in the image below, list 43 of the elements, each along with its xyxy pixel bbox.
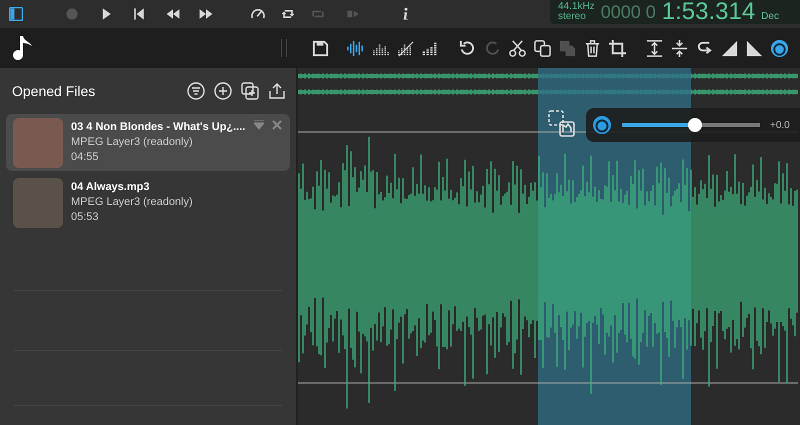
time-readout: 1:53.314 bbox=[662, 0, 756, 24]
gain-reading: +0.0 bbox=[770, 118, 790, 132]
knob-icon[interactable] bbox=[592, 115, 612, 135]
drag-handle[interactable] bbox=[281, 39, 287, 57]
time-unit-label: Dec bbox=[761, 10, 779, 24]
spectrum-off-icon[interactable] bbox=[396, 38, 415, 58]
expand-icon[interactable] bbox=[645, 38, 664, 58]
gain-slider-thumb[interactable] bbox=[688, 118, 702, 132]
filter-icon[interactable] bbox=[187, 82, 205, 100]
add-icon[interactable] bbox=[214, 82, 232, 100]
fade-in-icon[interactable] bbox=[720, 38, 739, 58]
skip-back-icon[interactable] bbox=[131, 6, 147, 22]
album-art-placeholder bbox=[13, 178, 63, 228]
album-art-placeholder bbox=[13, 118, 63, 168]
file-title: 04 Always.mp3 bbox=[71, 180, 150, 195]
sidebar-toggle-icon[interactable] bbox=[8, 6, 24, 22]
file-format: MPEG Layer3 (readonly) bbox=[71, 135, 194, 150]
waveform-view-icon[interactable] bbox=[346, 38, 365, 58]
undo-icon[interactable] bbox=[458, 38, 477, 58]
cut-icon[interactable] bbox=[508, 38, 527, 58]
collapse-icon[interactable] bbox=[254, 120, 264, 130]
sidebar-title: Opened Files bbox=[12, 82, 96, 101]
file-item[interactable]: 03 4 Non Blondes - What's Up¿.... MPEG Layer3 (readonly) 04:55 bbox=[6, 114, 290, 171]
knob-icon[interactable] bbox=[770, 38, 789, 58]
copy-icon[interactable] bbox=[533, 38, 552, 58]
crop-icon[interactable] bbox=[608, 38, 627, 58]
sample-rate-label: 44.1kHz bbox=[558, 2, 595, 12]
delete-icon[interactable] bbox=[583, 38, 602, 58]
channels-label: stereo bbox=[558, 12, 587, 22]
file-duration: 04:55 bbox=[71, 150, 100, 165]
close-icon[interactable] bbox=[272, 120, 282, 130]
music-note-icon bbox=[11, 34, 35, 62]
save-icon[interactable] bbox=[311, 38, 330, 58]
file-format: MPEG Layer3 (readonly) bbox=[71, 195, 194, 210]
file-title: 03 4 Non Blondes - What's Up¿.... bbox=[71, 120, 246, 135]
export-icon[interactable] bbox=[268, 82, 286, 100]
file-item[interactable]: 04 Always.mp3 MPEG Layer3 (readonly) 05:53 bbox=[6, 174, 290, 231]
duplicate-icon[interactable] bbox=[241, 82, 259, 100]
time-placeholder-digits: 0000 0 bbox=[600, 3, 656, 21]
selection-tool-icon[interactable] bbox=[548, 110, 576, 138]
fade-out-icon[interactable] bbox=[745, 38, 764, 58]
compress-icon[interactable] bbox=[670, 38, 689, 58]
file-duration: 05:53 bbox=[71, 210, 100, 225]
